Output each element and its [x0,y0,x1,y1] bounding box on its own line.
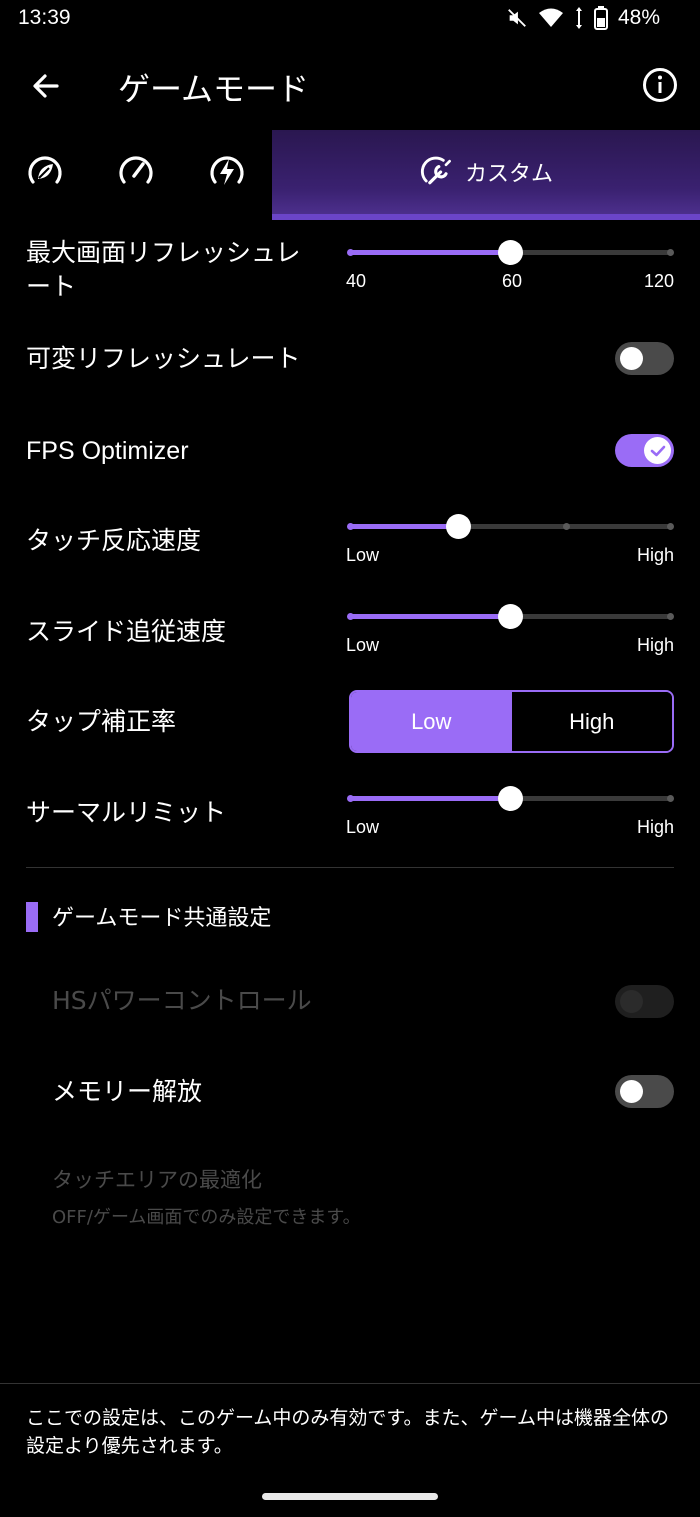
tab-custom[interactable]: カスタム [272,130,700,220]
touch-response-slider[interactable]: Low High [346,507,674,567]
slider-mid-label: 60 [501,271,523,291]
toggle-knob [620,1080,643,1103]
slider-low-label: Low [346,817,380,837]
thermal-limit-label: サーマルリミット [26,798,227,827]
tab-performance[interactable] [207,152,247,192]
tab-custom-label: カスタム [464,162,553,187]
slider-high-label: High [636,545,674,565]
footer-divider [0,1383,700,1384]
info-button[interactable] [641,66,679,104]
slider-tick [346,249,354,256]
slider-tick [666,249,674,256]
info-icon [643,68,677,102]
hs-power-label: HSパワーコントロール [52,986,312,1015]
section-accent-bar [26,902,38,932]
slider-fill [350,250,510,255]
status-time: 13:39 [18,6,71,29]
memory-release-label: メモリー解放 [52,1077,203,1106]
fps-optimizer-label: FPS Optimizer [26,437,189,465]
slider-min-label: 40 [346,271,367,291]
app-bar: ゲームモード [0,50,700,120]
slider-high-label: High [636,635,674,655]
slider-thumb[interactable] [497,786,523,811]
slider-low-label: Low [346,545,380,565]
segment-low[interactable]: Low [351,692,512,751]
slider-low-label: Low [346,635,380,655]
data-arrows-icon [575,7,582,29]
slider-tick [666,523,674,530]
slider-tick [346,613,354,620]
slider-tick [666,795,674,802]
tab-balanced[interactable] [116,152,156,192]
slider-fill [350,524,459,529]
back-button[interactable] [26,66,66,106]
touch-response-label: タッチ反応速度 [26,526,202,555]
leaf-gauge-icon [28,156,62,184]
battery-icon [593,6,608,30]
toggle-knob [620,990,643,1013]
slide-follow-label: スライド追従速度 [26,617,227,646]
slider-thumb[interactable] [497,604,523,629]
fps-optimizer-toggle[interactable] [615,434,674,467]
footer-note: ここでの設定は、このゲーム中のみ有効です。また、ゲーム中は機器全体の設定より優先… [26,1407,669,1457]
mute-vibrate-icon [508,9,526,27]
refresh-rate-slider[interactable]: 40 60 120 [346,233,674,293]
slide-follow-slider[interactable]: Low High [346,597,674,657]
touch-area-sublabel: OFF/ゲーム画面でのみ設定できます。 [52,1207,361,1228]
variable-refresh-label: 可変リフレッシュレート [26,344,301,373]
slider-tick [562,523,570,530]
status-icons: 48% [506,6,660,30]
variable-refresh-toggle[interactable] [615,342,674,375]
divider [26,867,674,868]
tap-correction-label: タップ補正率 [26,707,177,736]
tap-correction-segmented: Low High [349,690,674,753]
hs-power-toggle [615,985,674,1018]
thermal-limit-slider[interactable]: Low High [346,779,674,839]
battery-percent: 48% [617,6,660,29]
slider-fill [350,796,510,801]
segment-high[interactable]: High [511,692,672,751]
section-title: ゲームモード共通設定 [52,906,272,931]
check-icon [650,445,665,456]
wrench-gauge-icon [420,156,451,185]
toggle-knob [620,347,643,370]
toggle-knob [644,437,671,464]
page-title: ゲームモード [118,70,310,108]
slider-tick [346,523,354,530]
tab-eco[interactable] [25,152,65,192]
slider-high-label: High [636,817,674,837]
slider-thumb[interactable] [446,514,472,539]
slider-tick [666,613,674,620]
slider-fill [350,614,510,619]
back-arrow-icon [33,74,59,98]
touch-area-label: タッチエリアの最適化 [52,1168,262,1192]
memory-release-toggle[interactable] [615,1075,674,1108]
home-indicator[interactable] [262,1493,438,1500]
refresh-rate-label: 最大画面リフレッシュレ ート [26,238,301,301]
speedometer-icon [119,156,153,184]
lightning-gauge-icon [210,156,244,185]
slider-tick [346,795,354,802]
status-bar: 13:39 48% [0,0,700,40]
mode-tabs: カスタム [0,130,700,220]
wifi-icon [538,8,563,27]
slider-max-label: 120 [643,271,674,291]
slider-thumb[interactable] [497,240,523,265]
